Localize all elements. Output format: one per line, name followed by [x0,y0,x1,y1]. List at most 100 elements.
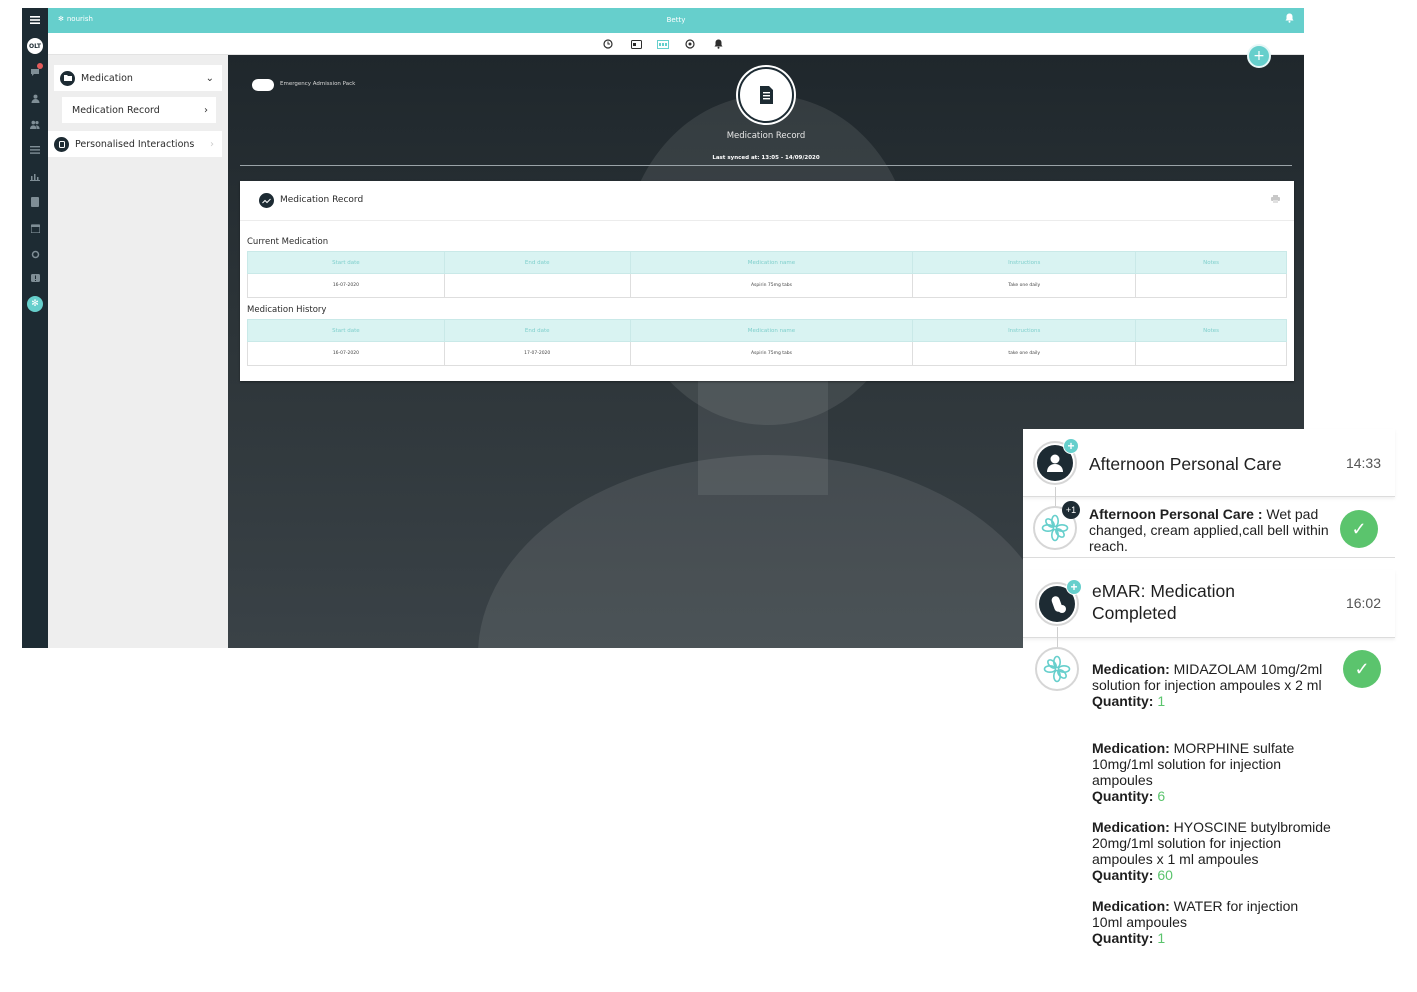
column-header: Instructions [912,251,1137,274]
nourish-flower-icon [1035,647,1079,691]
emergency-pack-label: Emergency Admission Pack [280,81,356,87]
table-header-row: Start date End date Medication name Inst… [247,319,1287,342]
notification-dot [37,63,43,69]
event-title: eMAR: Medication Completed [1092,581,1235,623]
menu-personalised-interactions[interactable]: Personalised Interactions › [48,131,222,157]
cell-notes [1135,341,1287,366]
interaction-icon [54,136,69,152]
add-icon[interactable]: + [1066,579,1082,595]
event-header-emar[interactable]: + eMAR: Medication Completed 16:02 [1023,570,1395,638]
quantity-label: Quantity: [1092,788,1154,804]
alert-icon[interactable] [27,270,43,286]
cell-notes [1135,273,1287,298]
menu-personalised-interactions-label: Personalised Interactions [75,138,195,150]
add-icon[interactable]: + [1063,438,1079,454]
column-header: Medication name [629,319,914,342]
person-icon[interactable] [27,90,43,106]
menu-medication-record-label: Medication Record [72,104,160,116]
completed-check-icon: ✓ [1343,650,1381,688]
medication-label: Medication: [1092,819,1170,835]
timeline-connector [1057,627,1058,649]
bell-icon[interactable] [712,38,724,50]
cell-end-date: 17-07-2020 [443,341,631,366]
column-header: Notes [1135,251,1287,274]
screenshot-stage: OLT ✻ ✻ nourish Betty Medication ⌄ Medic… [0,0,1417,992]
event-note: Afternoon Personal Care : Wet pad change… [1089,506,1329,554]
cell-end-date [443,273,631,298]
chevron-down-icon: ⌄ [205,72,214,84]
medication-history-table: Start date End date Medication name Inst… [247,319,1287,366]
medication-label: Medication: [1092,740,1170,756]
menu-medication-record[interactable]: Medication Record › [62,97,216,123]
settings-gear-icon[interactable] [27,246,43,262]
medication-history-heading: Medication History [247,305,327,315]
emergency-pack-toggle[interactable] [252,79,274,91]
network-icon[interactable] [684,38,696,50]
current-user-name: Betty [666,16,686,24]
timeline-panel: + Afternoon Personal Care 14:33 +1 After… [1023,429,1395,955]
count-badge: +1 [1062,501,1080,519]
event-title: Afternoon Personal Care [1089,454,1282,474]
current-medication-table: Start date End date Medication name Inst… [247,251,1287,298]
medication-entry: Medication: MORPHINE sulfate 10mg/1ml so… [1092,740,1332,804]
quantity-value: 60 [1157,867,1173,883]
last-synced-text: Last synced at: 13:05 - 14/09/2020 [712,155,820,161]
nourish-flower-icon[interactable]: ✻ [27,296,43,312]
add-button[interactable]: + [1247,44,1271,68]
table-header-row: Start date End date Medication name Inst… [247,251,1287,274]
medication-label: Medication: [1092,898,1170,914]
medication-record-card: Medication Record Current Medication Sta… [240,181,1294,381]
menu-medication[interactable]: Medication ⌄ [54,65,222,91]
chevron-right-icon: › [204,104,208,116]
divider [240,165,1292,166]
side-menu: Medication ⌄ Medication Record › Persona… [48,55,228,648]
quantity-value: 1 [1157,930,1166,946]
quantity-label: Quantity: [1092,930,1154,946]
hamburger-menu-icon[interactable] [27,12,43,28]
calendar-icon[interactable] [27,220,43,236]
list-icon[interactable] [27,142,43,158]
view-switch-bar [48,33,1304,55]
column-header: End date [443,319,631,342]
cell-medication-name: Aspirin 75mg tabs [629,273,914,298]
record-title: Medication Record [726,131,806,141]
id-card-icon[interactable] [630,38,642,50]
medication-entry: Medication: WATER for injection 10ml amp… [1092,898,1332,946]
background-silhouette-body [478,455,1058,648]
completed-check-icon: ✓ [1340,510,1378,548]
notifications-bell-icon[interactable] [1285,13,1294,26]
cell-start-date: 16-07-2020 [247,273,445,298]
grid-view-icon[interactable] [657,38,669,50]
column-header: Medication name [629,251,914,274]
event-time: 14:33 [1345,455,1381,471]
event-note-title: Afternoon Personal Care : [1089,506,1263,522]
current-medication-heading: Current Medication [247,237,329,247]
event-header-personal-care[interactable]: + Afternoon Personal Care 14:33 [1023,429,1395,497]
menu-medication-label: Medication [81,72,133,84]
quantity-value: 1 [1157,693,1166,709]
clock-icon[interactable] [602,38,614,50]
print-icon[interactable] [1271,195,1280,205]
divider [1023,557,1395,558]
cell-instructions: take one daily [912,341,1137,366]
table-row[interactable]: 16-07-2020 Aspirin 75mg tabs Take one da… [247,273,1287,298]
document-icon[interactable] [27,194,43,210]
event-time: 16:02 [1345,595,1381,611]
card-header: Medication Record [240,181,1294,221]
folder-icon [60,70,75,86]
bar-chart-icon[interactable] [27,168,43,184]
column-header: Start date [247,319,445,342]
column-header: Instructions [912,319,1137,342]
quantity-value: 6 [1157,788,1166,804]
cell-start-date: 16-07-2020 [247,341,445,366]
user-avatar[interactable]: OLT [27,38,43,54]
medication-entry: Medication: HYOSCINE butylbromide 20mg/1… [1092,819,1332,883]
quantity-label: Quantity: [1092,693,1154,709]
trend-icon [259,193,274,208]
column-header: Notes [1135,319,1287,342]
quantity-label: Quantity: [1092,867,1154,883]
icon-rail: OLT ✻ [22,8,48,648]
chevron-right-icon: › [210,138,214,150]
table-row[interactable]: 16-07-2020 17-07-2020 Aspirin 75mg tabs … [247,341,1287,366]
group-icon[interactable] [27,116,43,132]
